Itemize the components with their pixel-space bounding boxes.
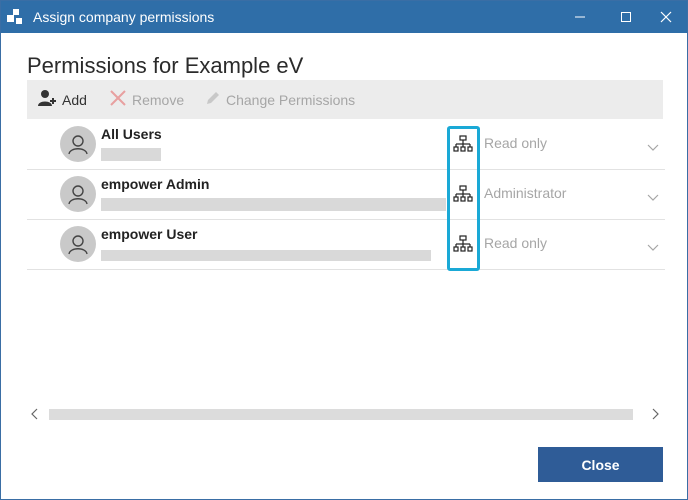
table-row[interactable]: All Users Read only xyxy=(27,120,665,170)
avatar xyxy=(60,126,96,162)
redacted-detail xyxy=(101,250,431,261)
title-bar: Assign company permissions xyxy=(1,1,687,33)
table-row[interactable]: empower User Read only xyxy=(27,220,665,270)
app-icon xyxy=(7,9,23,25)
chevron-down-icon[interactable] xyxy=(647,189,659,207)
permission-select[interactable]: Read only xyxy=(484,135,547,151)
chevron-down-icon[interactable] xyxy=(647,139,659,157)
permission-select[interactable]: Read only xyxy=(484,235,547,251)
user-icon xyxy=(68,135,88,155)
scrollbar-thumb[interactable] xyxy=(49,409,633,420)
remove-icon xyxy=(109,89,132,110)
dialog-window: Assign company permissions Permissions f… xyxy=(0,0,688,500)
add-label: Add xyxy=(62,91,87,108)
user-name: empower User xyxy=(101,226,198,242)
avatar xyxy=(60,226,96,262)
chevron-down-icon[interactable] xyxy=(647,239,659,257)
remove-button[interactable]: Remove xyxy=(109,80,184,119)
user-name: All Users xyxy=(101,126,162,142)
change-permissions-label: Change Permissions xyxy=(226,91,356,108)
redacted-detail xyxy=(101,148,161,161)
highlight-box xyxy=(447,126,480,271)
redacted-detail xyxy=(101,198,446,211)
page-title: Permissions for Example eV xyxy=(27,53,304,78)
close-window-button[interactable] xyxy=(647,1,685,33)
toolbar: Add Remove Change Permissions xyxy=(27,80,663,119)
chevron-right-icon[interactable] xyxy=(651,407,659,425)
maximize-button[interactable] xyxy=(607,1,645,33)
pencil-icon xyxy=(205,90,226,109)
permission-select[interactable]: Administrator xyxy=(484,185,566,201)
close-button[interactable]: Close xyxy=(538,447,663,482)
horizontal-scrollbar[interactable] xyxy=(27,403,665,425)
add-button[interactable]: Add xyxy=(37,80,87,119)
minimize-button[interactable] xyxy=(561,1,599,33)
user-icon xyxy=(68,235,88,255)
table-row[interactable]: empower Admin Administrator xyxy=(27,170,665,220)
user-name: empower Admin xyxy=(101,176,210,192)
remove-label: Remove xyxy=(132,91,185,108)
add-user-icon xyxy=(37,89,62,110)
chevron-left-icon[interactable] xyxy=(31,407,39,425)
user-icon xyxy=(68,185,88,205)
change-permissions-button[interactable]: Change Permissions xyxy=(205,80,355,119)
window-title: Assign company permissions xyxy=(33,9,215,25)
avatar xyxy=(60,176,96,212)
